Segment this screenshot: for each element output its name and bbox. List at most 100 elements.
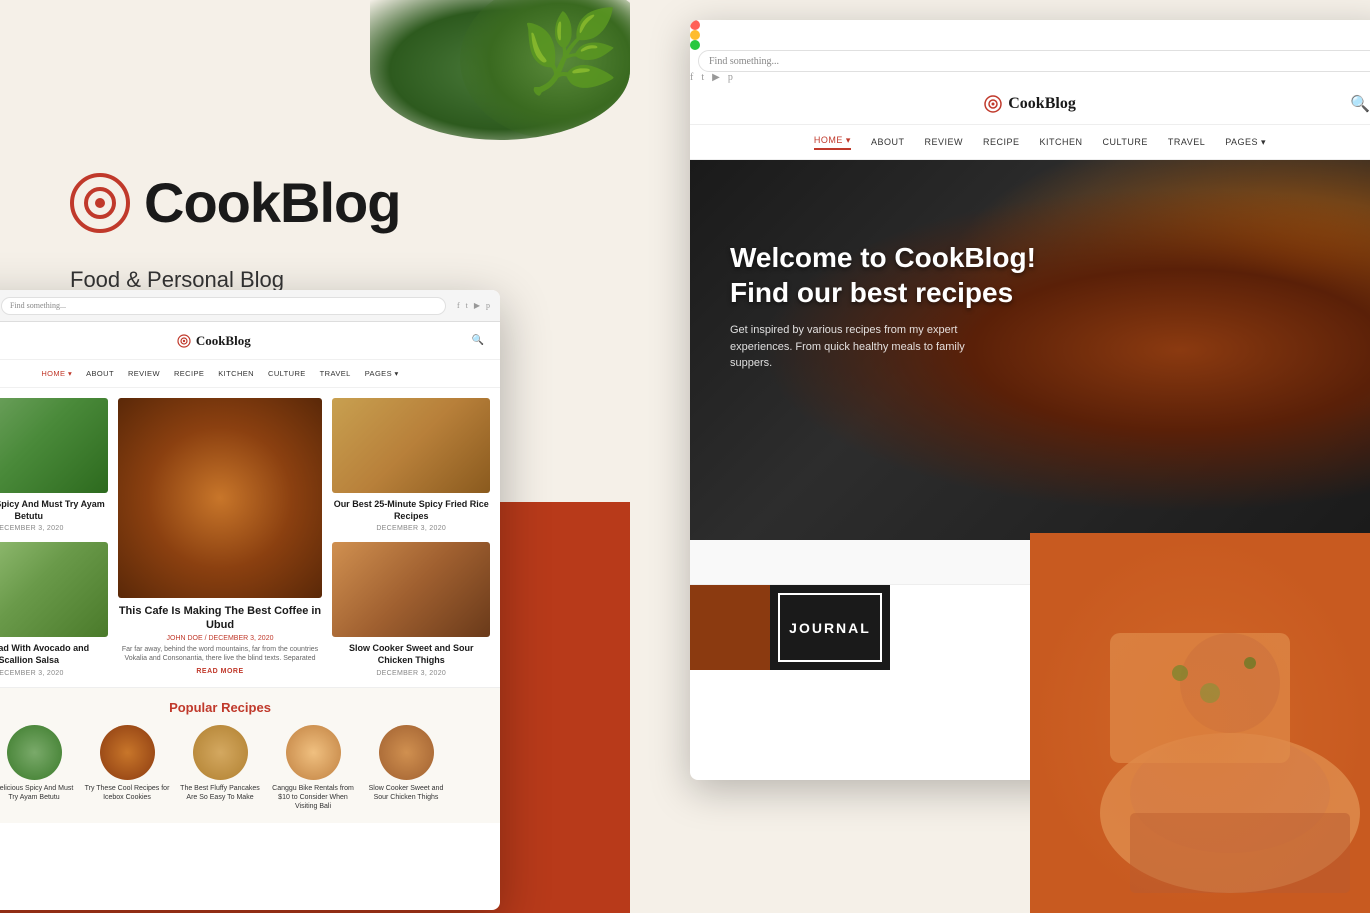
back-nav: HOME ▾ ABOUT REVIEW RECIPE KITCHEN CULTU… xyxy=(690,125,1370,160)
card-rice-title: Our Best 25-Minute Spicy Fried Rice Reci… xyxy=(332,499,490,522)
front-search-icon[interactable]: 🔍 xyxy=(472,335,484,346)
recipe-name-1: Delicious Spicy And Must Try Ayam Betutu xyxy=(0,784,77,802)
recipe-item-4: Canggu Bike Rentals from $10 to Consider… xyxy=(271,725,356,811)
back-nav-recipe[interactable]: RECIPE xyxy=(983,137,1020,147)
front-browser-bar: Find something... f t ▶ p xyxy=(0,290,500,322)
facebook-icon: f xyxy=(690,72,693,83)
front-social: f t ▶ p xyxy=(457,301,490,310)
back-nav-culture[interactable]: CULTURE xyxy=(1103,137,1148,147)
front-tw-icon: t xyxy=(466,301,468,310)
back-logo-text: CookBlog xyxy=(1008,95,1076,113)
front-logo-text: CookBlog xyxy=(196,333,251,349)
recipe-circle-4 xyxy=(286,725,341,780)
recipe-item-2: Try These Cool Recipes for Icebox Cookie… xyxy=(85,725,170,811)
front-url-bar: Find something... xyxy=(1,297,446,315)
blog-grid: Delicious Spicy And Must Try Ayam Betutu… xyxy=(0,388,500,687)
right-column: Our Best 25-Minute Spicy Fried Rice Reci… xyxy=(332,398,490,677)
card-chicken-date: DECEMBER 3, 2020 xyxy=(332,670,490,677)
back-browser-bar: Find something... f t ▶ p xyxy=(690,20,1370,83)
recipe-item-1: Delicious Spicy And Must Try Ayam Betutu xyxy=(0,725,77,811)
popular-recipes: Popular Recipes Delicious Spicy And Must… xyxy=(0,687,500,823)
cookblog-logo-icon xyxy=(70,173,130,233)
front-nav-about[interactable]: ABOUT xyxy=(86,369,114,378)
front-nav-pages[interactable]: PAGES ▾ xyxy=(365,369,399,378)
hero-title-line2: Find our best recipes xyxy=(730,275,1036,310)
recipe-name-5: Slow Cooker Sweet and Sour Chicken Thigh… xyxy=(364,784,449,802)
card-ayam-image xyxy=(0,398,108,493)
back-nav-pages[interactable]: PAGES ▾ xyxy=(1225,137,1266,148)
card-rice-image xyxy=(332,398,490,493)
card-flatbread-title: Flatbread With Avocado and Scallion Sals… xyxy=(0,643,108,666)
card-chicken-title: Slow Cooker Sweet and Sour Chicken Thigh… xyxy=(332,643,490,666)
card-cafe-read-more[interactable]: READ MORE xyxy=(118,668,323,675)
back-hero: Welcome to CookBlog! Find our best recip… xyxy=(690,160,1370,540)
card-cafe-image xyxy=(118,398,323,598)
back-browser-url: Find something... xyxy=(698,50,1370,72)
front-fb-icon: f xyxy=(457,301,460,310)
front-browser: Find something... f t ▶ p CookBlog 🔍 HOM… xyxy=(0,290,500,910)
card-flatbread: Flatbread With Avocado and Scallion Sals… xyxy=(0,542,108,676)
recipes-row: Delicious Spicy And Must Try Ayam Betutu… xyxy=(0,725,490,811)
front-nav-travel[interactable]: TRAVEL xyxy=(320,369,351,378)
window-expand-dot xyxy=(690,40,700,50)
recipe-item-3: The Best Fluffy Pancakes Are So Easy To … xyxy=(178,725,263,811)
card-ayam: Delicious Spicy And Must Try Ayam Betutu… xyxy=(0,398,108,532)
front-nav-recipe[interactable]: RECIPE xyxy=(174,369,204,378)
back-nav-home[interactable]: HOME ▾ xyxy=(814,135,851,150)
front-nav-home[interactable]: HOME ▾ xyxy=(41,369,72,378)
front-nav-culture[interactable]: CULTURE xyxy=(268,369,306,378)
journal-label: JOURNAL xyxy=(770,585,890,670)
card-chicken-image xyxy=(332,542,490,637)
brand-name: CookBlog xyxy=(144,170,400,235)
pinterest-icon: p xyxy=(728,72,733,83)
window-close-dot xyxy=(690,20,700,30)
card-chicken: Slow Cooker Sweet and Sour Chicken Thigh… xyxy=(332,542,490,676)
brand-logo: CookBlog xyxy=(70,170,400,235)
back-social-icons: f t ▶ p xyxy=(690,72,1370,83)
left-column: Delicious Spicy And Must Try Ayam Betutu… xyxy=(0,398,108,677)
youtube-icon: ▶ xyxy=(712,72,720,83)
recipe-circle-3 xyxy=(193,725,248,780)
card-rice: Our Best 25-Minute Spicy Fried Rice Reci… xyxy=(332,398,490,532)
food-side-image xyxy=(1030,533,1370,913)
twitter-icon: t xyxy=(701,72,704,83)
center-column: This Cafe Is Making The Best Coffee in U… xyxy=(118,398,323,677)
card-cafe-author: JOHN DOE / DECEMBER 3, 2020 xyxy=(118,635,323,642)
card-cafe-excerpt: Far far away, behind the word mountains,… xyxy=(118,645,323,665)
front-pi-icon: p xyxy=(486,301,490,310)
front-yt-icon: ▶ xyxy=(474,301,480,310)
back-nav-kitchen[interactable]: KITCHEN xyxy=(1040,137,1083,147)
back-header-logo: CookBlog xyxy=(984,95,1076,113)
hero-title-line1: Welcome to CookBlog! xyxy=(730,240,1036,275)
back-nav-review[interactable]: REVIEW xyxy=(924,137,963,147)
recipe-circle-2 xyxy=(100,725,155,780)
hero-title: Welcome to CookBlog! Find our best recip… xyxy=(730,240,1036,310)
recipe-name-4: Canggu Bike Rentals from $10 to Consider… xyxy=(271,784,356,811)
card-cafe-title: This Cafe Is Making The Best Coffee in U… xyxy=(118,604,323,633)
card-flatbread-image xyxy=(0,542,108,637)
back-search-icon: 🔍 xyxy=(1350,94,1370,114)
front-nav-review[interactable]: REVIEW xyxy=(128,369,160,378)
front-nav: HOME ▾ ABOUT REVIEW RECIPE KITCHEN CULTU… xyxy=(0,360,500,388)
recipe-name-3: The Best Fluffy Pancakes Are So Easy To … xyxy=(178,784,263,802)
journal-thumb xyxy=(690,585,770,670)
front-header: CookBlog 🔍 xyxy=(0,322,500,360)
front-nav-kitchen[interactable]: KITCHEN xyxy=(218,369,254,378)
plant-decoration xyxy=(370,0,630,140)
back-nav-about[interactable]: ABOUT xyxy=(871,137,905,147)
back-nav-travel[interactable]: TRAVEL xyxy=(1168,137,1205,147)
card-ayam-title: Delicious Spicy And Must Try Ayam Betutu xyxy=(0,499,108,522)
hero-subtitle: Get inspired by various recipes from my … xyxy=(730,322,990,372)
front-logo: CookBlog xyxy=(177,333,251,349)
card-rice-date: DECEMBER 3, 2020 xyxy=(332,525,490,532)
front-search-text: Find something... xyxy=(10,301,66,310)
journal-label-text: JOURNAL xyxy=(789,620,871,636)
back-header: CookBlog 🔍 xyxy=(690,83,1370,125)
recipe-item-5: Slow Cooker Sweet and Sour Chicken Thigh… xyxy=(364,725,449,811)
window-minimize-dot xyxy=(690,30,700,40)
hero-text: Welcome to CookBlog! Find our best recip… xyxy=(730,240,1036,372)
search-text: Find something... xyxy=(709,56,779,67)
popular-title: Popular Recipes xyxy=(0,700,490,715)
recipe-name-2: Try These Cool Recipes for Icebox Cookie… xyxy=(85,784,170,802)
card-flatbread-date: DECEMBER 3, 2020 xyxy=(0,670,108,677)
